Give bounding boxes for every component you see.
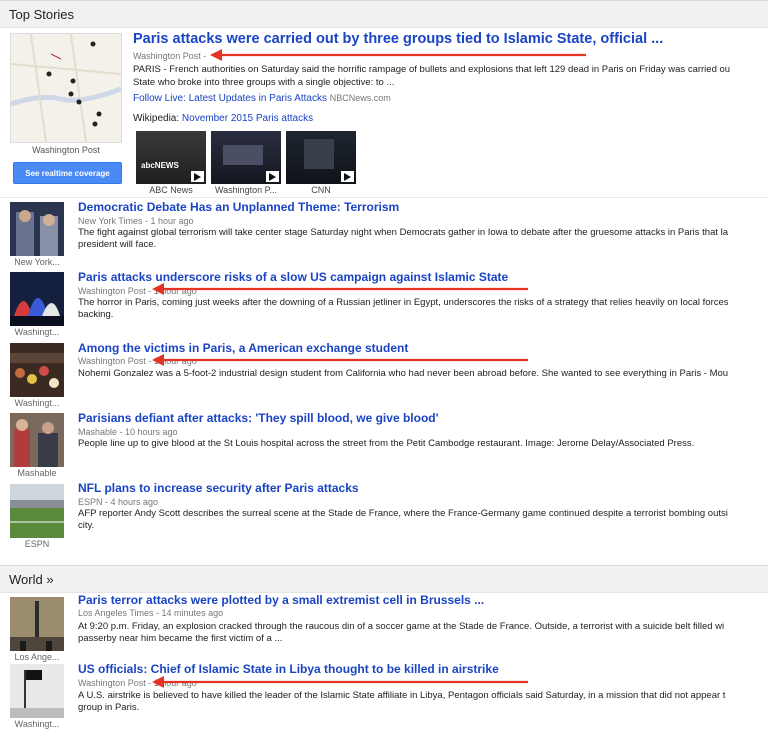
- thumb-source: Washingt...: [14, 327, 60, 337]
- story-thumbnail[interactable]: Washingt...: [10, 343, 64, 408]
- story-thumbnail[interactable]: Mashable: [10, 413, 64, 478]
- thumb-source: ESPN: [24, 539, 50, 549]
- story-snippet: Nohemi Gonzalez was a 5-foot-2 industria…: [78, 368, 768, 380]
- story-title[interactable]: Parisians defiant after attacks: 'They s…: [78, 411, 438, 425]
- story-title[interactable]: NFL plans to increase security after Par…: [78, 481, 359, 495]
- snippet-line: At 9:20 p.m. Friday, an explosion cracke…: [78, 621, 725, 632]
- snippet-line: The fight against global terrorism will …: [78, 227, 729, 238]
- world-label[interactable]: World »: [9, 572, 54, 587]
- see-realtime-coverage-button[interactable]: See realtime coverage: [13, 162, 122, 184]
- annotation-arrow: [152, 676, 528, 688]
- story-meta: New York Times - 1 hour ago: [78, 216, 194, 226]
- annotation-arrow: [210, 49, 586, 61]
- snippet-line: backing.: [78, 309, 114, 320]
- story-title[interactable]: US officials: Chief of Islamic State in …: [78, 662, 499, 676]
- top-stories-header: Top Stories: [0, 0, 768, 28]
- wikipedia-row: Wikipedia: November 2015 Paris attacks: [133, 113, 313, 124]
- story-thumbnail[interactable]: ESPN: [10, 484, 64, 549]
- story-meta: Los Angeles Times - 14 minutes ago: [78, 608, 224, 618]
- snippet-line: People line up to give blood at the St L…: [78, 438, 695, 449]
- play-icon: [266, 171, 279, 182]
- story-title[interactable]: Paris attacks underscore risks of a slow…: [78, 270, 508, 284]
- snippet-line: city.: [78, 520, 95, 531]
- follow-live-row: Follow Live: Latest Updates in Paris Att…: [133, 93, 391, 104]
- video-thumbnail[interactable]: CNN: [286, 131, 356, 195]
- story-snippet: The horror in Paris, coming just weeks a…: [78, 297, 768, 321]
- snippet-line: State who broke into three groups with a…: [133, 77, 395, 88]
- thumb-source: Washingt...: [14, 719, 60, 729]
- snippet-line: group in Paris.: [78, 702, 140, 713]
- story-thumbnail[interactable]: Los Ange...: [10, 597, 64, 662]
- story-meta: ESPN - 4 hours ago: [78, 497, 159, 507]
- thumb-source: Los Ange...: [14, 652, 60, 662]
- thumb-source: Washingt...: [14, 398, 60, 408]
- snippet-line: The horror in Paris, coming just weeks a…: [78, 297, 729, 308]
- story-thumbnail[interactable]: Washingt...: [10, 664, 64, 729]
- story-title[interactable]: Among the victims in Paris, a American e…: [78, 341, 408, 355]
- wikipedia-link[interactable]: November 2015 Paris attacks: [182, 113, 313, 124]
- world-header[interactable]: World »: [0, 565, 768, 593]
- video-caption: Washington P...: [214, 185, 278, 195]
- thumb-source: New York...: [14, 257, 60, 267]
- video-caption: ABC News: [149, 185, 193, 195]
- story-snippet: The fight against global terrorism will …: [78, 227, 768, 251]
- play-icon: [191, 171, 204, 182]
- snippet-line: passerby near him became the first victi…: [78, 633, 283, 644]
- top-story-source: Washington Post -: [133, 51, 207, 61]
- map-thumbnail[interactable]: [10, 33, 122, 143]
- snippet-line: president will face.: [78, 239, 157, 250]
- top-story-snippet: PARIS - French authorities on Saturday s…: [133, 63, 768, 89]
- snippet-line: Nohemi Gonzalez was a 5-foot-2 industria…: [78, 368, 729, 379]
- top-thumb-source: Washington Post: [32, 145, 100, 155]
- snippet-line: A U.S. airstrike is believed to have kil…: [78, 690, 726, 701]
- story-title[interactable]: Democratic Debate Has an Unplanned Theme…: [78, 200, 399, 214]
- video-thumbnail[interactable]: abcNEWS ABC News: [136, 131, 206, 195]
- snippet-line: AFP reporter Andy Scott describes the su…: [78, 508, 728, 519]
- top-stories-label: Top Stories: [9, 7, 75, 22]
- story-snippet: At 9:20 p.m. Friday, an explosion cracke…: [78, 621, 768, 645]
- annotation-arrow: [152, 354, 528, 366]
- story-meta: Mashable - 10 hours ago: [78, 427, 178, 437]
- wikipedia-label: Wikipedia:: [133, 113, 180, 124]
- story-snippet: AFP reporter Andy Scott describes the su…: [78, 508, 768, 532]
- divider: [0, 197, 768, 198]
- story-snippet: A U.S. airstrike is believed to have kil…: [78, 690, 768, 714]
- snippet-line: PARIS - French authorities on Saturday s…: [133, 64, 731, 75]
- story-snippet: People line up to give blood at the St L…: [78, 438, 768, 450]
- story-thumbnail[interactable]: Washingt...: [10, 272, 64, 337]
- play-icon: [341, 171, 354, 182]
- follow-live-source: NBCNews.com: [329, 93, 391, 103]
- thumb-source: Mashable: [17, 468, 57, 478]
- video-thumbnail[interactable]: Washington P...: [211, 131, 281, 195]
- top-story-title[interactable]: Paris attacks were carried out by three …: [133, 31, 663, 47]
- story-title[interactable]: Paris terror attacks were plotted by a s…: [78, 593, 484, 607]
- video-caption: CNN: [311, 185, 331, 195]
- story-thumbnail[interactable]: New York...: [10, 202, 64, 267]
- follow-live-link[interactable]: Follow Live: Latest Updates in Paris Att…: [133, 93, 327, 104]
- top-story-source-name: Washington Post: [133, 51, 201, 61]
- annotation-arrow: [152, 283, 528, 295]
